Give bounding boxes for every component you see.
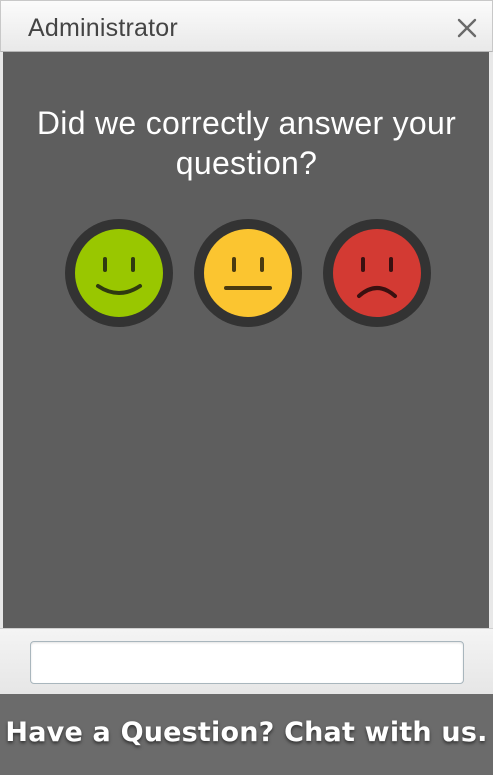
rating-neutral-button[interactable] [193, 218, 303, 328]
close-icon [457, 18, 477, 38]
window-title: Administrator [28, 14, 178, 42]
happy-face-icon [65, 219, 173, 327]
chat-cta-button[interactable]: Have a Question? Chat with us. [0, 694, 493, 775]
rating-sad-button[interactable] [322, 218, 432, 328]
neutral-face-icon [194, 219, 302, 327]
close-button[interactable] [453, 14, 481, 42]
chat-cta-label: Have a Question? Chat with us. [5, 717, 488, 748]
survey-question: Did we correctly answer your question? [36, 105, 457, 181]
message-composer [0, 628, 493, 694]
rating-happy-button[interactable] [64, 218, 174, 328]
chat-widget: Administrator Did we correctly answer yo… [0, 0, 493, 775]
sad-face-icon [323, 219, 431, 327]
message-input[interactable] [30, 641, 464, 684]
title-bar: Administrator [0, 0, 493, 52]
rating-options [0, 218, 493, 328]
